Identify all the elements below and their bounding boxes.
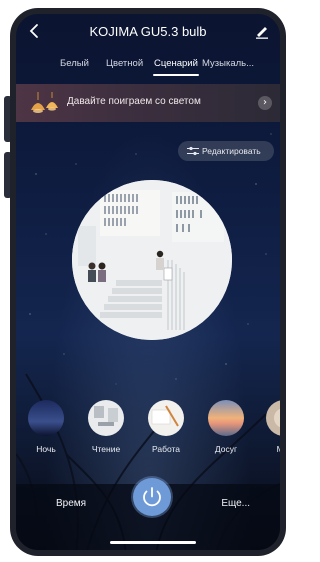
device-title: KOJIMA GU5.3 bulb bbox=[89, 24, 207, 39]
home-indicator[interactable] bbox=[110, 541, 196, 544]
current-scene-image bbox=[72, 180, 232, 340]
banner-text: Давайте поиграем со светом bbox=[67, 96, 201, 107]
pencil-icon bbox=[256, 27, 268, 39]
back-button[interactable] bbox=[26, 22, 44, 40]
scene-soft-thumbnail bbox=[266, 400, 280, 436]
edit-scene-label: Редактировать bbox=[202, 146, 261, 156]
scene-soft-label: Мяг bbox=[262, 444, 280, 454]
scene-work-thumbnail bbox=[148, 400, 184, 436]
header: KOJIMA GU5.3 bulb Белый Цветной Сценарий… bbox=[16, 14, 280, 90]
tab-scenario[interactable]: Сценарий bbox=[154, 58, 198, 69]
scene-reading-label: Чтение bbox=[91, 444, 121, 454]
sliders-icon bbox=[187, 146, 199, 156]
timer-button[interactable]: Время bbox=[56, 498, 86, 509]
scene-work-label: Работа bbox=[151, 444, 181, 454]
scene-night[interactable]: Ночь bbox=[24, 400, 68, 454]
active-tab-indicator bbox=[153, 74, 199, 76]
chevron-right-icon: › bbox=[258, 96, 272, 110]
scene-reading-thumbnail bbox=[88, 400, 124, 436]
bottom-bar: Время Еще... bbox=[16, 478, 280, 550]
scene-leisure-label: Досуг bbox=[214, 444, 238, 454]
power-icon bbox=[143, 487, 161, 507]
scene-night-thumbnail bbox=[28, 400, 64, 436]
scene-night-label: Ночь bbox=[36, 444, 56, 454]
scene-soft[interactable]: Мяг bbox=[262, 400, 280, 454]
app-screen: KOJIMA GU5.3 bulb Белый Цветной Сценарий… bbox=[16, 14, 280, 550]
phone-frame: KOJIMA GU5.3 bulb Белый Цветной Сценарий… bbox=[10, 8, 286, 556]
scene-leisure-thumbnail bbox=[208, 400, 244, 436]
rename-device-button[interactable] bbox=[254, 23, 270, 39]
library-reading-image bbox=[72, 180, 232, 340]
scene-work[interactable]: Работа bbox=[144, 400, 188, 454]
scene-reading[interactable]: Чтение bbox=[84, 400, 128, 454]
tab-color[interactable]: Цветной bbox=[106, 58, 143, 69]
scene-presets: Ночь Чтение Работа Досуг bbox=[16, 400, 280, 460]
scene-leisure[interactable]: Досуг bbox=[204, 400, 248, 454]
tab-music[interactable]: Музыкаль... bbox=[202, 58, 254, 69]
chevron-left-icon bbox=[29, 24, 38, 38]
mode-tabs: Белый Цветной Сценарий Музыкаль... bbox=[16, 58, 280, 80]
tab-white[interactable]: Белый bbox=[60, 58, 89, 69]
power-button[interactable] bbox=[133, 478, 171, 516]
lamps-icon bbox=[31, 92, 58, 113]
edit-scene-button[interactable]: Редактировать bbox=[178, 141, 274, 161]
play-with-light-banner[interactable]: Давайте поиграем со светом › bbox=[16, 84, 280, 122]
more-button[interactable]: Еще... bbox=[221, 498, 250, 509]
